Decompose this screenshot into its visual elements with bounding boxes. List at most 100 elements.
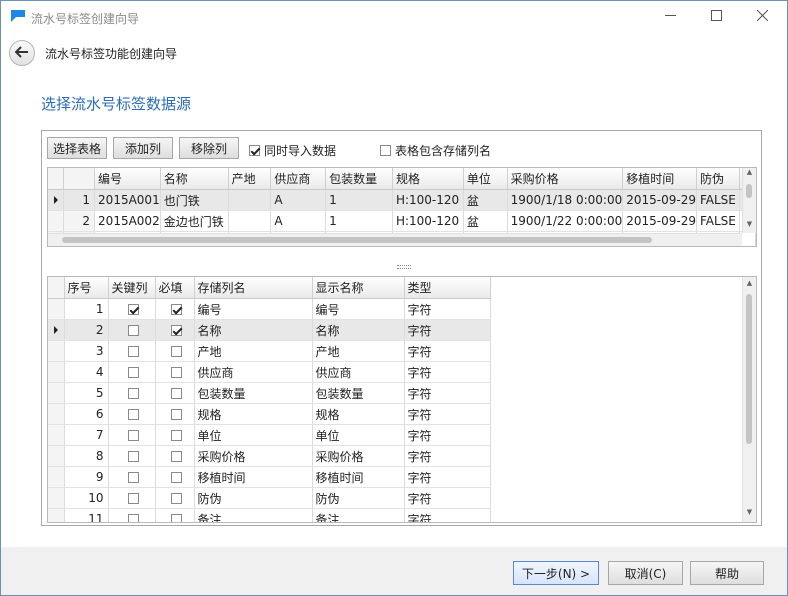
import-data-checkbox[interactable] xyxy=(249,145,260,156)
key-column-checkbox[interactable] xyxy=(127,324,139,336)
row-indicator[interactable] xyxy=(48,298,65,320)
scrollbar-thumb[interactable] xyxy=(62,237,652,243)
store-cell[interactable]: 备注 xyxy=(194,508,313,522)
close-button[interactable] xyxy=(739,1,785,33)
cancel-button[interactable]: 取消(C) xyxy=(608,561,683,585)
maximize-button[interactable] xyxy=(693,1,739,33)
display-cell[interactable]: 名称 xyxy=(312,319,405,341)
column-header[interactable]: 采购价格 xyxy=(507,168,624,190)
back-button[interactable] xyxy=(9,40,35,66)
table-row[interactable]: 7 单位 单位 字符 xyxy=(48,424,491,446)
key-column-checkbox[interactable] xyxy=(127,387,139,399)
table-cell[interactable]: FALSE xyxy=(696,189,740,211)
required-checkbox[interactable] xyxy=(170,366,182,378)
row-indicator[interactable] xyxy=(48,424,65,446)
import-data-option[interactable]: 同时导入数据 xyxy=(249,142,336,159)
store-cell[interactable]: 规格 xyxy=(194,403,313,425)
display-cell[interactable]: 备注 xyxy=(312,508,405,522)
scroll-up-icon[interactable]: ▲ xyxy=(743,279,756,287)
store-cell[interactable]: 单位 xyxy=(194,424,313,446)
table-row[interactable]: 1 2015A001 也门铁 A 1 H:100-120 盆 1900/1/18 0:00:0… xyxy=(48,189,756,211)
display-cell[interactable]: 规格 xyxy=(312,403,405,425)
minimize-button[interactable] xyxy=(647,1,693,33)
key-column-cell[interactable] xyxy=(108,466,156,488)
row-indicator[interactable] xyxy=(48,382,65,404)
table-row[interactable]: 10 防伪 防伪 字符 xyxy=(48,487,491,509)
table-row[interactable]: 3 产地 产地 字符 xyxy=(48,340,491,362)
add-column-button[interactable]: 添加列 xyxy=(113,137,173,159)
remove-column-button[interactable]: 移除列 xyxy=(179,137,239,159)
display-cell[interactable]: 编号 xyxy=(312,298,405,320)
table-cell[interactable]: 金边也门铁 xyxy=(160,210,229,232)
mapping-grid-vertical-scrollbar[interactable]: ▲ ▼ xyxy=(742,277,756,522)
table-cell[interactable]: A xyxy=(270,210,327,232)
scroll-down-icon[interactable]: ▼ xyxy=(743,508,756,516)
required-cell[interactable] xyxy=(155,340,195,362)
type-cell[interactable]: 字符 xyxy=(404,445,491,467)
type-cell[interactable]: 字符 xyxy=(404,382,491,404)
key-column-cell[interactable] xyxy=(108,487,156,509)
column-header[interactable]: 必填 xyxy=(155,277,195,299)
type-cell[interactable]: 字符 xyxy=(404,487,491,509)
key-column-checkbox[interactable] xyxy=(127,450,139,462)
key-column-checkbox[interactable] xyxy=(127,345,139,357)
store-cell[interactable]: 供应商 xyxy=(194,361,313,383)
type-cell[interactable]: 字符 xyxy=(404,424,491,446)
required-checkbox[interactable] xyxy=(170,450,182,462)
table-cell[interactable]: A xyxy=(270,189,327,211)
row-indicator[interactable] xyxy=(48,340,65,362)
row-indicator[interactable] xyxy=(48,361,65,383)
key-column-checkbox[interactable] xyxy=(127,303,139,315)
row-indicator[interactable] xyxy=(48,445,65,467)
required-cell[interactable] xyxy=(155,382,195,404)
display-cell[interactable]: 产地 xyxy=(312,340,405,362)
key-column-cell[interactable] xyxy=(108,403,156,425)
store-cell[interactable]: 采购价格 xyxy=(194,445,313,467)
column-header[interactable]: 规格 xyxy=(392,168,464,190)
table-cell[interactable]: 也门铁 xyxy=(160,189,229,211)
scroll-up-icon[interactable]: ▲ xyxy=(743,168,756,176)
source-data-grid[interactable]: 编号名称产地供应商包装数量规格单位采购价格移植时间防伪备 12015A001也门… xyxy=(47,167,757,247)
store-cell[interactable]: 名称 xyxy=(194,319,313,341)
display-cell[interactable]: 供应商 xyxy=(312,361,405,383)
table-cell[interactable] xyxy=(228,189,272,211)
column-header[interactable]: 名称 xyxy=(160,168,229,190)
required-cell[interactable] xyxy=(155,466,195,488)
required-cell[interactable] xyxy=(155,487,195,509)
table-cell[interactable]: FALSE xyxy=(696,210,740,232)
storage-names-option[interactable]: 表格包含存储列名 xyxy=(380,142,491,159)
type-cell[interactable]: 字符 xyxy=(404,508,491,522)
required-checkbox[interactable] xyxy=(170,408,182,420)
column-header[interactable]: 移植时间 xyxy=(622,168,697,190)
column-header[interactable]: 关键列 xyxy=(108,277,156,299)
table-cell[interactable]: H:100-120 xyxy=(392,189,464,211)
table-cell[interactable]: 2015A001 xyxy=(94,189,161,211)
store-cell[interactable]: 包装数量 xyxy=(194,382,313,404)
required-checkbox[interactable] xyxy=(170,387,182,399)
key-column-cell[interactable] xyxy=(108,340,156,362)
key-column-cell[interactable] xyxy=(108,319,156,341)
table-row[interactable]: 8 采购价格 采购价格 字符 xyxy=(48,445,491,467)
required-cell[interactable] xyxy=(155,424,195,446)
column-header[interactable]: 包装数量 xyxy=(325,168,393,190)
required-checkbox[interactable] xyxy=(170,492,182,504)
table-row[interactable]: 6 规格 规格 字符 xyxy=(48,403,491,425)
type-cell[interactable]: 字符 xyxy=(404,340,491,362)
table-cell[interactable]: 1 xyxy=(325,210,393,232)
table-cell[interactable]: 2015-09-29 xyxy=(622,210,697,232)
store-cell[interactable]: 产地 xyxy=(194,340,313,362)
key-column-cell[interactable] xyxy=(108,298,156,320)
scroll-down-icon[interactable]: ▼ xyxy=(743,220,756,228)
table-cell[interactable] xyxy=(228,210,272,232)
table-row[interactable]: 4 供应商 供应商 字符 xyxy=(48,361,491,383)
required-checkbox[interactable] xyxy=(170,429,182,441)
required-cell[interactable] xyxy=(155,508,195,522)
store-cell[interactable]: 防伪 xyxy=(194,487,313,509)
type-cell[interactable]: 字符 xyxy=(404,298,491,320)
display-cell[interactable]: 包装数量 xyxy=(312,382,405,404)
row-indicator[interactable] xyxy=(48,466,65,488)
table-cell[interactable]: 2015A002 xyxy=(94,210,161,232)
table-cell[interactable]: 1 xyxy=(325,189,393,211)
type-cell[interactable]: 字符 xyxy=(404,403,491,425)
key-column-checkbox[interactable] xyxy=(127,366,139,378)
